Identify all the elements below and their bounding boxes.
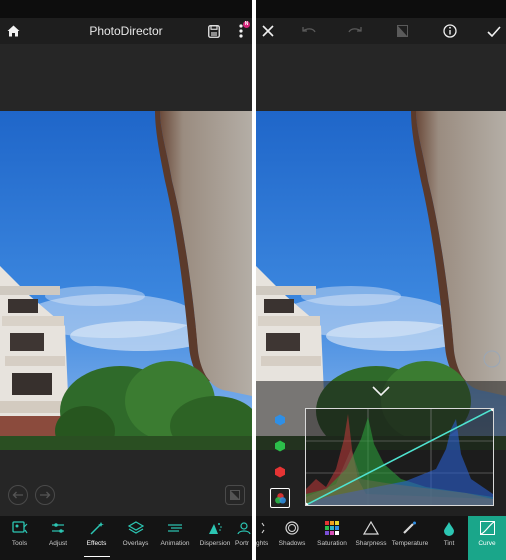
- undo-button[interactable]: [8, 485, 28, 505]
- save-button[interactable]: [204, 21, 224, 41]
- redo-icon: [347, 27, 362, 33]
- right-screen: ghts Shadows Saturation Sharpness Temper…: [256, 0, 506, 560]
- tool-label: Curve: [478, 540, 496, 547]
- tool-label: Effects: [86, 540, 107, 547]
- notification-badge: N: [243, 21, 250, 28]
- tool-curve[interactable]: Curve: [468, 516, 506, 560]
- left-screen: PhotoDirector N Tools Adjust Effects Ove…: [0, 0, 252, 560]
- tool-label: Sharpness: [355, 540, 387, 547]
- tool-label: Tint: [443, 540, 455, 547]
- tool-adjust[interactable]: Adjust: [39, 516, 77, 560]
- tool-label: Overlays: [122, 540, 149, 547]
- tool-temperature[interactable]: Temperature: [390, 516, 430, 560]
- curve-editor[interactable]: [303, 406, 496, 508]
- rgb-channel-icon: [274, 492, 286, 503]
- tool-portrait[interactable]: Portr: [235, 516, 252, 560]
- redo-button[interactable]: [345, 21, 365, 41]
- highlights-icon: [261, 522, 265, 534]
- undo-button[interactable]: [298, 21, 318, 41]
- compare-icon: [396, 25, 408, 37]
- tool-label: Dispersion: [199, 540, 231, 547]
- portrait-icon: [237, 522, 251, 535]
- tool-label: Saturation: [317, 540, 347, 547]
- status-bar: [256, 0, 506, 18]
- tool-label: Tools: [11, 540, 28, 547]
- curve-icon: [479, 521, 495, 535]
- photo-preview[interactable]: [0, 111, 252, 450]
- tool-shadows[interactable]: Shadows: [272, 516, 312, 560]
- status-bar: [0, 0, 252, 18]
- undo-icon: [301, 27, 316, 33]
- redo-button[interactable]: [35, 485, 55, 505]
- save-icon: [208, 24, 220, 38]
- tools-icon: [11, 521, 27, 534]
- tint-icon: [444, 521, 454, 536]
- tool-label: Animation: [160, 540, 190, 547]
- effects-icon: [89, 522, 104, 535]
- blue-channel-icon: [275, 414, 285, 426]
- overlays-icon: [127, 521, 144, 534]
- info-icon: [443, 24, 457, 38]
- undo-icon: [12, 491, 23, 499]
- edit-app-bar: [256, 18, 506, 44]
- redo-icon: [40, 491, 51, 499]
- temperature-icon: [403, 521, 416, 534]
- close-icon: [262, 25, 274, 37]
- collapse-chevron-icon[interactable]: [369, 383, 393, 399]
- tool-highlights[interactable]: ghts: [256, 516, 272, 560]
- tool-animation[interactable]: Animation: [155, 516, 195, 560]
- tool-label: Shadows: [278, 540, 306, 547]
- channel-green-button[interactable]: [270, 436, 290, 456]
- close-button[interactable]: [258, 21, 278, 41]
- app-bar: PhotoDirector N: [0, 18, 252, 44]
- edit-controls-strip: [0, 450, 252, 516]
- info-button[interactable]: [440, 21, 460, 41]
- tool-tools[interactable]: Tools: [0, 516, 39, 560]
- compare-icon: [230, 490, 240, 500]
- channel-blue-button[interactable]: [270, 410, 290, 430]
- checkmark-icon: [487, 25, 501, 37]
- shadows-icon: [285, 521, 299, 535]
- tool-dispersion[interactable]: Dispersion: [195, 516, 235, 560]
- sharpness-icon: [363, 521, 379, 535]
- tool-label: Adjust: [48, 540, 68, 547]
- compare-button[interactable]: [225, 485, 245, 505]
- more-menu-button[interactable]: N: [231, 21, 251, 41]
- photo-image: [0, 111, 252, 450]
- adjust-icon: [52, 523, 64, 533]
- saturation-icon: [325, 521, 339, 535]
- tool-label: ghts: [256, 540, 269, 547]
- tool-sharpness[interactable]: Sharpness: [352, 516, 390, 560]
- green-channel-icon: [275, 440, 285, 452]
- tool-effects[interactable]: Effects: [77, 516, 116, 560]
- compare-button[interactable]: [392, 21, 412, 41]
- tool-label: Temperature: [391, 540, 429, 547]
- animation-icon: [168, 524, 182, 532]
- apply-button[interactable]: [484, 21, 504, 41]
- channel-red-button[interactable]: [270, 462, 290, 482]
- active-tool-indicator: [83, 555, 110, 557]
- tool-overlays[interactable]: Overlays: [116, 516, 155, 560]
- tool-saturation[interactable]: Saturation: [312, 516, 352, 560]
- tool-label: Portr: [235, 540, 250, 547]
- main-tool-bar: Tools Adjust Effects Overlays Animation …: [0, 516, 252, 560]
- adjust-tool-bar: ghts Shadows Saturation Sharpness Temper…: [256, 516, 506, 560]
- red-channel-icon: [275, 466, 285, 478]
- histogram-curve: [303, 406, 496, 508]
- tool-tint[interactable]: Tint: [430, 516, 468, 560]
- curve-panel: [256, 381, 506, 516]
- channel-rgb-button[interactable]: [270, 488, 290, 508]
- dispersion-icon: [209, 523, 222, 534]
